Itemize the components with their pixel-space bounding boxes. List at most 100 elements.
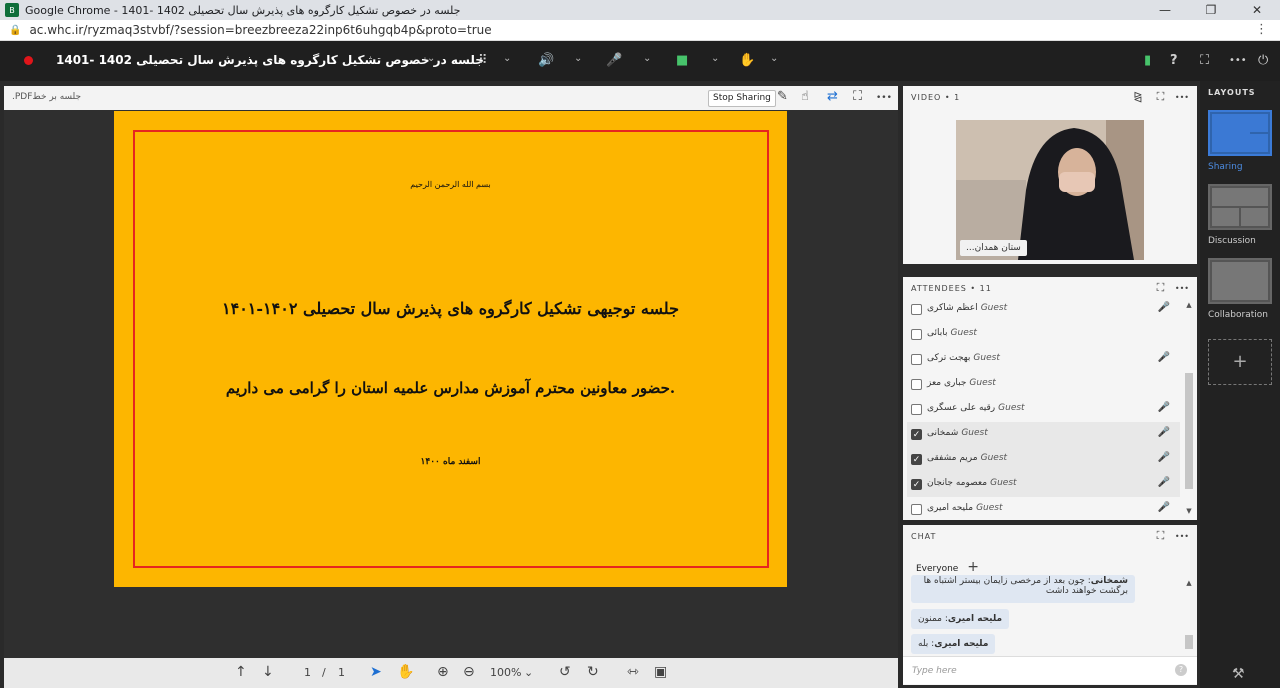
layout-sharing-label[interactable]: Sharing xyxy=(1208,162,1243,172)
power-icon[interactable]: ⏻ xyxy=(1258,52,1268,69)
share-fullscreen-icon[interactable]: ⛶ xyxy=(853,89,862,104)
address-bar[interactable]: 🔒 ac.whc.ir/ryzmaq3stvbf/?session=breezb… xyxy=(0,20,1280,41)
mirror-icon[interactable]: ⧎ xyxy=(1133,90,1142,103)
chat-scroll-up-icon[interactable]: ▲ xyxy=(1185,579,1193,587)
attendee-row[interactable]: ✓ معصومه جانجان Guest 🎤 xyxy=(907,472,1180,497)
attendee-name: معصومه جانجان xyxy=(927,478,988,488)
apps-grid-icon[interactable]: ⠿ xyxy=(478,52,488,69)
add-chat-tab-icon[interactable]: + xyxy=(967,559,979,575)
pointer-hand-icon[interactable]: ☝ xyxy=(801,89,809,104)
attendee-role: Guest xyxy=(969,378,996,388)
camera-chevron-icon[interactable]: ⌄ xyxy=(711,53,719,64)
attendees-more-icon[interactable]: ••• xyxy=(1175,284,1189,293)
select-pointer-icon[interactable]: ➤ xyxy=(370,664,382,680)
chat-tab-everyone[interactable]: Everyone + xyxy=(916,559,979,575)
participant-video[interactable]: ...ستان همدان xyxy=(956,120,1144,260)
raise-hand-icon[interactable]: ✋ xyxy=(739,52,755,69)
annotate-pencil-icon[interactable]: ✎ xyxy=(777,89,788,104)
attendee-name-block: معصومه جانجان Guest xyxy=(927,478,1017,488)
attendee-checkbox[interactable] xyxy=(911,504,922,515)
current-page[interactable]: 1 xyxy=(304,666,311,679)
scroll-down-icon[interactable]: ▼ xyxy=(1185,507,1193,515)
maximize-button[interactable]: ❐ xyxy=(1188,0,1234,20)
attendee-checkbox[interactable] xyxy=(911,354,922,365)
fullscreen-icon[interactable]: ⛶ xyxy=(1200,52,1209,69)
zoom-in-icon[interactable]: ⊕ xyxy=(437,664,449,680)
scroll-up-icon[interactable]: ▲ xyxy=(1185,301,1193,309)
layout-discussion-thumbnail[interactable] xyxy=(1208,184,1272,230)
zoom-level[interactable]: 100% xyxy=(490,666,521,679)
chat-input[interactable]: Type here ? xyxy=(903,656,1197,684)
zoom-chevron-icon[interactable]: ⌄ xyxy=(524,666,533,679)
attendee-checkbox[interactable]: ✓ xyxy=(911,429,922,440)
attendees-fullscreen-icon[interactable]: ⛶ xyxy=(1157,281,1165,294)
rotate-right-icon[interactable]: ↻ xyxy=(587,664,599,680)
mic-chevron-icon[interactable]: ⌄ xyxy=(643,53,651,64)
title-chevron-icon[interactable]: ⌄ xyxy=(427,53,435,64)
microphone-icon[interactable]: 🎤 xyxy=(606,52,622,69)
speaker-chevron-icon[interactable]: ⌄ xyxy=(574,53,582,64)
zoom-out-icon[interactable]: ⊖ xyxy=(463,664,475,680)
attendee-row[interactable]: اعظم شاکری Guest 🎤 xyxy=(907,297,1180,322)
video-more-icon[interactable]: ••• xyxy=(1175,93,1189,102)
chat-text: ممنون xyxy=(918,614,942,624)
tools-icon[interactable]: ⚒ xyxy=(1232,666,1245,682)
attendee-checkbox[interactable] xyxy=(911,404,922,415)
share-pod: .PDFجلسه بر خط Stop Sharing ✎ ☝ ⇄ ⛶ ••• … xyxy=(4,86,898,658)
more-options-icon[interactable]: ••• xyxy=(1229,52,1247,69)
layout-collaboration-label[interactable]: Collaboration xyxy=(1208,310,1268,320)
attendee-name-block: مریم مشفقی Guest xyxy=(927,453,1007,463)
chat-fullscreen-icon[interactable]: ⛶ xyxy=(1157,529,1165,542)
chat-scrollbar[interactable]: ▲ xyxy=(1185,579,1193,649)
layout-sharing-thumbnail[interactable] xyxy=(1208,110,1272,156)
attendee-row[interactable]: بهجت ترکی Guest 🎤 xyxy=(907,347,1180,372)
scroll-thumb[interactable] xyxy=(1185,373,1193,489)
browser-more-icon[interactable]: ⋮ xyxy=(1255,22,1268,37)
close-button[interactable]: ✕ xyxy=(1234,0,1280,20)
hand-chevron-icon[interactable]: ⌄ xyxy=(770,53,778,64)
video-fullscreen-icon[interactable]: ⛶ xyxy=(1157,90,1165,103)
meeting-toolbar: جلسه در خصوص تشکیل کارگروه های پذیرش سال… xyxy=(0,41,1280,81)
next-page-icon[interactable]: ↓ xyxy=(262,664,274,680)
attendee-row[interactable]: ✓ مریم مشفقی Guest 🎤 xyxy=(907,447,1180,472)
prev-page-icon[interactable]: ↑ xyxy=(235,664,247,680)
attendee-checkbox[interactable] xyxy=(911,379,922,390)
window-controls: — ❐ ✕ xyxy=(1142,0,1280,20)
attendee-checkbox[interactable]: ✓ xyxy=(911,454,922,465)
slide-frame xyxy=(133,130,769,568)
layout-discussion-label[interactable]: Discussion xyxy=(1208,236,1256,246)
layout-collaboration-thumbnail[interactable] xyxy=(1208,258,1272,304)
chat-help-icon[interactable]: ? xyxy=(1175,664,1187,676)
add-layout-button[interactable]: + xyxy=(1208,339,1272,385)
attendee-checkbox[interactable] xyxy=(911,329,922,340)
chat-sender: ملیحه امیری xyxy=(934,639,989,649)
attendee-row[interactable]: ✓ شمخانی Guest 🎤 xyxy=(907,422,1180,447)
fit-page-icon[interactable]: ▣ xyxy=(654,664,667,680)
pan-hand-icon[interactable]: ✋ xyxy=(397,664,414,680)
attendee-checkbox[interactable] xyxy=(911,304,922,315)
fit-width-icon[interactable]: ⇿ xyxy=(627,664,639,680)
chat-input-placeholder: Type here xyxy=(912,666,957,676)
share-more-icon[interactable]: ••• xyxy=(876,93,892,103)
chat-scroll-thumb[interactable] xyxy=(1185,635,1193,649)
attendee-row[interactable]: جباری معز Guest xyxy=(907,372,1180,397)
browser-title-bar: B Google Chrome - 1401- 1402 جلسه در خصو… xyxy=(0,0,1280,20)
attendee-row[interactable]: ملیحه امیری Guest 🎤 xyxy=(907,497,1180,522)
rotate-left-icon[interactable]: ↺ xyxy=(559,664,571,680)
camera-icon[interactable]: ■ xyxy=(676,52,688,69)
participant-name-label: ...ستان همدان xyxy=(960,240,1027,256)
meeting-title[interactable]: جلسه در خصوص تشکیل کارگروه های پذیرش سال… xyxy=(56,53,484,67)
attendee-row[interactable]: بابائی Guest xyxy=(907,322,1180,347)
stop-sharing-button[interactable]: Stop Sharing xyxy=(708,90,776,107)
attendee-row[interactable]: رقیه علی عسگری Guest 🎤 xyxy=(907,397,1180,422)
sync-icon[interactable]: ⇄ xyxy=(827,89,838,104)
url-text[interactable]: ac.whc.ir/ryzmaq3stvbf/?session=breezbre… xyxy=(29,23,491,37)
attendee-checkbox[interactable]: ✓ xyxy=(911,479,922,490)
chat-more-icon[interactable]: ••• xyxy=(1175,532,1189,541)
help-icon[interactable]: ? xyxy=(1170,52,1178,69)
chat-pod-actions: ⛶ ••• xyxy=(1157,529,1189,543)
minimize-button[interactable]: — xyxy=(1142,0,1188,20)
speaker-icon[interactable]: 🔊 xyxy=(538,52,554,69)
apps-chevron-icon[interactable]: ⌄ xyxy=(503,53,511,64)
attendees-scrollbar[interactable]: ▲ ▼ xyxy=(1185,301,1193,517)
